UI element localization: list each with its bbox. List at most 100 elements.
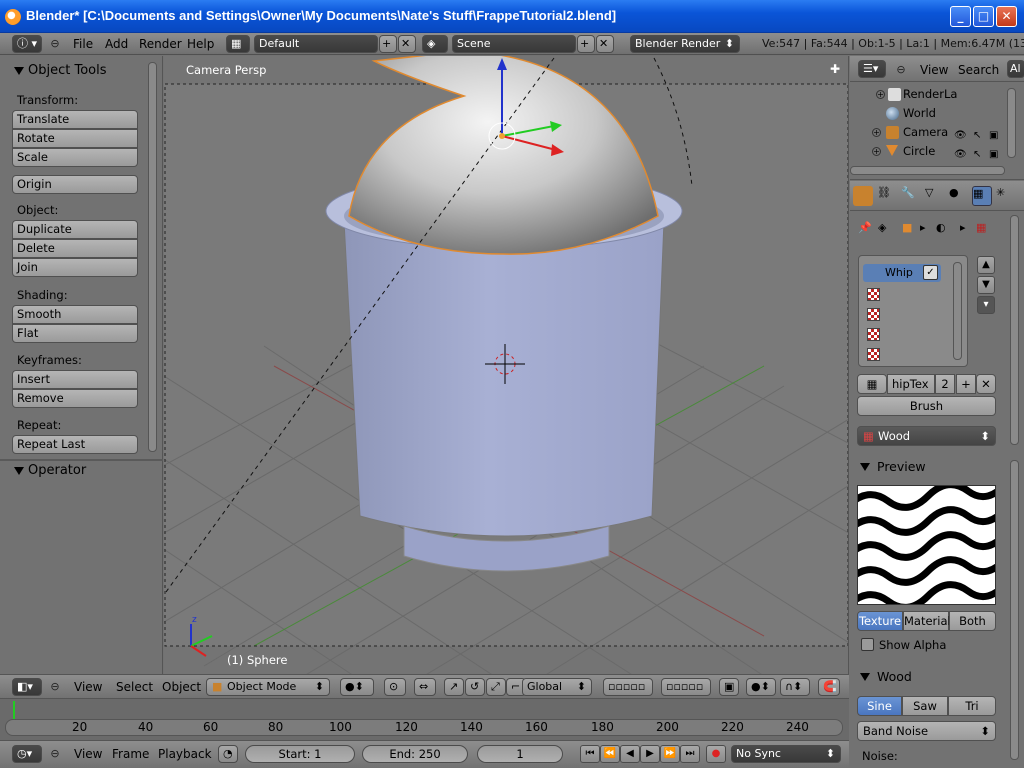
- preview-tab-both[interactable]: Both: [949, 611, 996, 631]
- menu-add[interactable]: Add: [105, 37, 128, 51]
- scene-field[interactable]: Scene: [452, 35, 576, 53]
- play-icon[interactable]: ▶: [640, 745, 660, 763]
- visibility-eye-icon[interactable]: 👁: [954, 145, 967, 164]
- wood-panel-header[interactable]: Wood: [857, 666, 997, 688]
- screen-layout-icon[interactable]: ▦: [226, 35, 250, 53]
- texture-slot-icon[interactable]: [867, 288, 880, 301]
- origin-button[interactable]: Origin: [12, 175, 138, 194]
- timeline-scrollbar[interactable]: [5, 719, 843, 736]
- timeline[interactable]: 20 40 60 80 100 120 140 160 180 200 220 …: [0, 698, 849, 740]
- viewport-menu-view[interactable]: View: [74, 680, 102, 694]
- scale-manipulator-icon[interactable]: ⤢: [486, 678, 506, 696]
- texture-slot-list[interactable]: Whip ✓: [858, 255, 968, 367]
- rotate-manipulator-icon[interactable]: ↺: [465, 678, 485, 696]
- play-reverse-icon[interactable]: ◀: [620, 745, 640, 763]
- scale-button[interactable]: Scale: [12, 148, 138, 167]
- new-texture-icon[interactable]: +: [956, 374, 976, 394]
- object-tools-panel-header[interactable]: Object Tools: [0, 60, 160, 82]
- add-scene-icon[interactable]: +: [577, 35, 595, 53]
- menu-file[interactable]: File: [73, 37, 93, 51]
- minimize-button[interactable]: _: [950, 6, 971, 27]
- current-frame-field[interactable]: 1: [477, 745, 563, 763]
- record-icon[interactable]: ●: [706, 745, 726, 763]
- interaction-mode-select[interactable]: ■ Object Mode ⬍: [206, 678, 330, 696]
- slot-list-scrollbar[interactable]: [953, 262, 962, 360]
- remove-screen-icon[interactable]: ✕: [398, 35, 416, 53]
- preview-tab-texture[interactable]: Texture: [857, 611, 903, 631]
- jump-start-icon[interactable]: ⏮: [580, 745, 600, 763]
- editor-type-timeline-icon[interactable]: ◷▾: [12, 745, 42, 763]
- proportional-edit-select[interactable]: ●⬍: [746, 678, 776, 696]
- expand-icon[interactable]: +: [872, 147, 881, 156]
- selectable-cursor-icon[interactable]: ↖: [973, 145, 981, 164]
- add-screen-icon[interactable]: +: [379, 35, 397, 53]
- layer-buttons-b[interactable]: ▫▫▫▫▫: [661, 678, 711, 696]
- collapse-menu-icon[interactable]: ⊖: [894, 63, 908, 77]
- wave-saw-button[interactable]: Saw: [902, 696, 948, 716]
- render-engine-select[interactable]: Blender Render ⬍: [630, 35, 740, 53]
- timeline-menu-view[interactable]: View: [74, 747, 102, 761]
- menu-render[interactable]: Render: [139, 37, 182, 51]
- insert-keyframe-button[interactable]: Insert: [12, 370, 138, 389]
- collapse-menu-icon[interactable]: ⊖: [48, 37, 62, 51]
- editor-type-3dview-icon[interactable]: ◧▾: [12, 678, 42, 696]
- slot-move-down-icon[interactable]: ▼: [977, 276, 995, 294]
- texture-browse-icon[interactable]: ▦: [857, 374, 887, 394]
- preview-tab-material[interactable]: Material: [903, 611, 951, 631]
- rotate-button[interactable]: Rotate: [12, 129, 138, 148]
- texture-slot-icon[interactable]: [867, 308, 880, 321]
- outliner-item-world[interactable]: World: [850, 104, 1008, 123]
- texture-slot-icon[interactable]: [867, 328, 880, 341]
- editor-type-info-icon[interactable]: ⓘ ▾: [12, 35, 42, 53]
- translate-manipulator-icon[interactable]: ↗: [444, 678, 464, 696]
- repeat-last-button[interactable]: Repeat Last: [12, 435, 138, 454]
- unlink-texture-icon[interactable]: ✕: [976, 374, 996, 394]
- texture-users-count[interactable]: 2: [935, 374, 955, 394]
- outliner-item-camera[interactable]: + Camera 👁 ↖ ▣: [850, 123, 1008, 142]
- properties-toggle-icon[interactable]: ✚: [830, 62, 840, 76]
- operator-panel-header[interactable]: Operator: [0, 460, 160, 482]
- duplicate-button[interactable]: Duplicate: [12, 220, 138, 239]
- manipulator-toggle-icon[interactable]: ⇔: [414, 678, 436, 696]
- remove-scene-icon[interactable]: ✕: [596, 35, 614, 53]
- preview-panel-header[interactable]: Preview: [857, 456, 997, 478]
- translate-button[interactable]: Translate: [12, 110, 138, 129]
- close-button[interactable]: ✕: [996, 6, 1017, 27]
- expand-icon[interactable]: +: [876, 90, 885, 99]
- scene-icon[interactable]: ◈: [422, 35, 448, 53]
- outliner-scrollbar[interactable]: [1007, 88, 1016, 158]
- orientation-select[interactable]: Global ⬍: [522, 678, 592, 696]
- properties-scrollbar[interactable]: [1010, 215, 1019, 445]
- smooth-button[interactable]: Smooth: [12, 305, 138, 324]
- particles-tab-icon[interactable]: ✳: [996, 186, 1016, 206]
- wave-sine-button[interactable]: Sine: [857, 696, 902, 716]
- falloff-select[interactable]: ∩⬍: [780, 678, 810, 696]
- collapse-menu-icon[interactable]: ⊖: [48, 680, 62, 694]
- remove-keyframe-button[interactable]: Remove: [12, 389, 138, 408]
- pin-icon[interactable]: 📌: [858, 221, 872, 234]
- sync-mode-select[interactable]: No Sync ⬍: [731, 745, 841, 763]
- layer-buttons-a[interactable]: ▫▫▫▫▫: [603, 678, 653, 696]
- texture-name-field[interactable]: hipTex: [887, 374, 935, 394]
- outliner-hscrollbar[interactable]: [850, 166, 1005, 175]
- join-button[interactable]: Join: [12, 258, 138, 277]
- material-tab-icon[interactable]: ●: [949, 186, 969, 206]
- texture-type-select[interactable]: Wood ▦ ⬍: [857, 426, 996, 446]
- screen-layout-field[interactable]: Default: [254, 35, 378, 53]
- outliner-editor-icon[interactable]: ☰▾: [858, 60, 886, 78]
- slot-specials-icon[interactable]: ▾: [977, 296, 995, 314]
- timeline-track[interactable]: [0, 699, 849, 715]
- pivot-point-icon[interactable]: ⊙: [384, 678, 406, 696]
- flat-button[interactable]: Flat: [12, 324, 138, 343]
- constraints-tab-icon[interactable]: ⛓: [877, 186, 897, 206]
- jump-keyframe-forward-icon[interactable]: ⏩: [660, 745, 680, 763]
- viewport-menu-object[interactable]: Object: [162, 680, 201, 694]
- texture-slot-active[interactable]: Whip ✓: [863, 264, 941, 282]
- texture-tab-icon[interactable]: ▦: [972, 186, 992, 206]
- brush-button[interactable]: Brush: [857, 396, 996, 416]
- modifiers-tab-icon[interactable]: 🔧: [901, 186, 921, 206]
- render-camera-icon[interactable]: ▣: [989, 145, 998, 164]
- timeline-menu-playback[interactable]: Playback: [158, 747, 212, 761]
- viewport-shading-select[interactable]: ●⬍: [340, 678, 374, 696]
- start-frame-field[interactable]: Start: 1: [245, 745, 355, 763]
